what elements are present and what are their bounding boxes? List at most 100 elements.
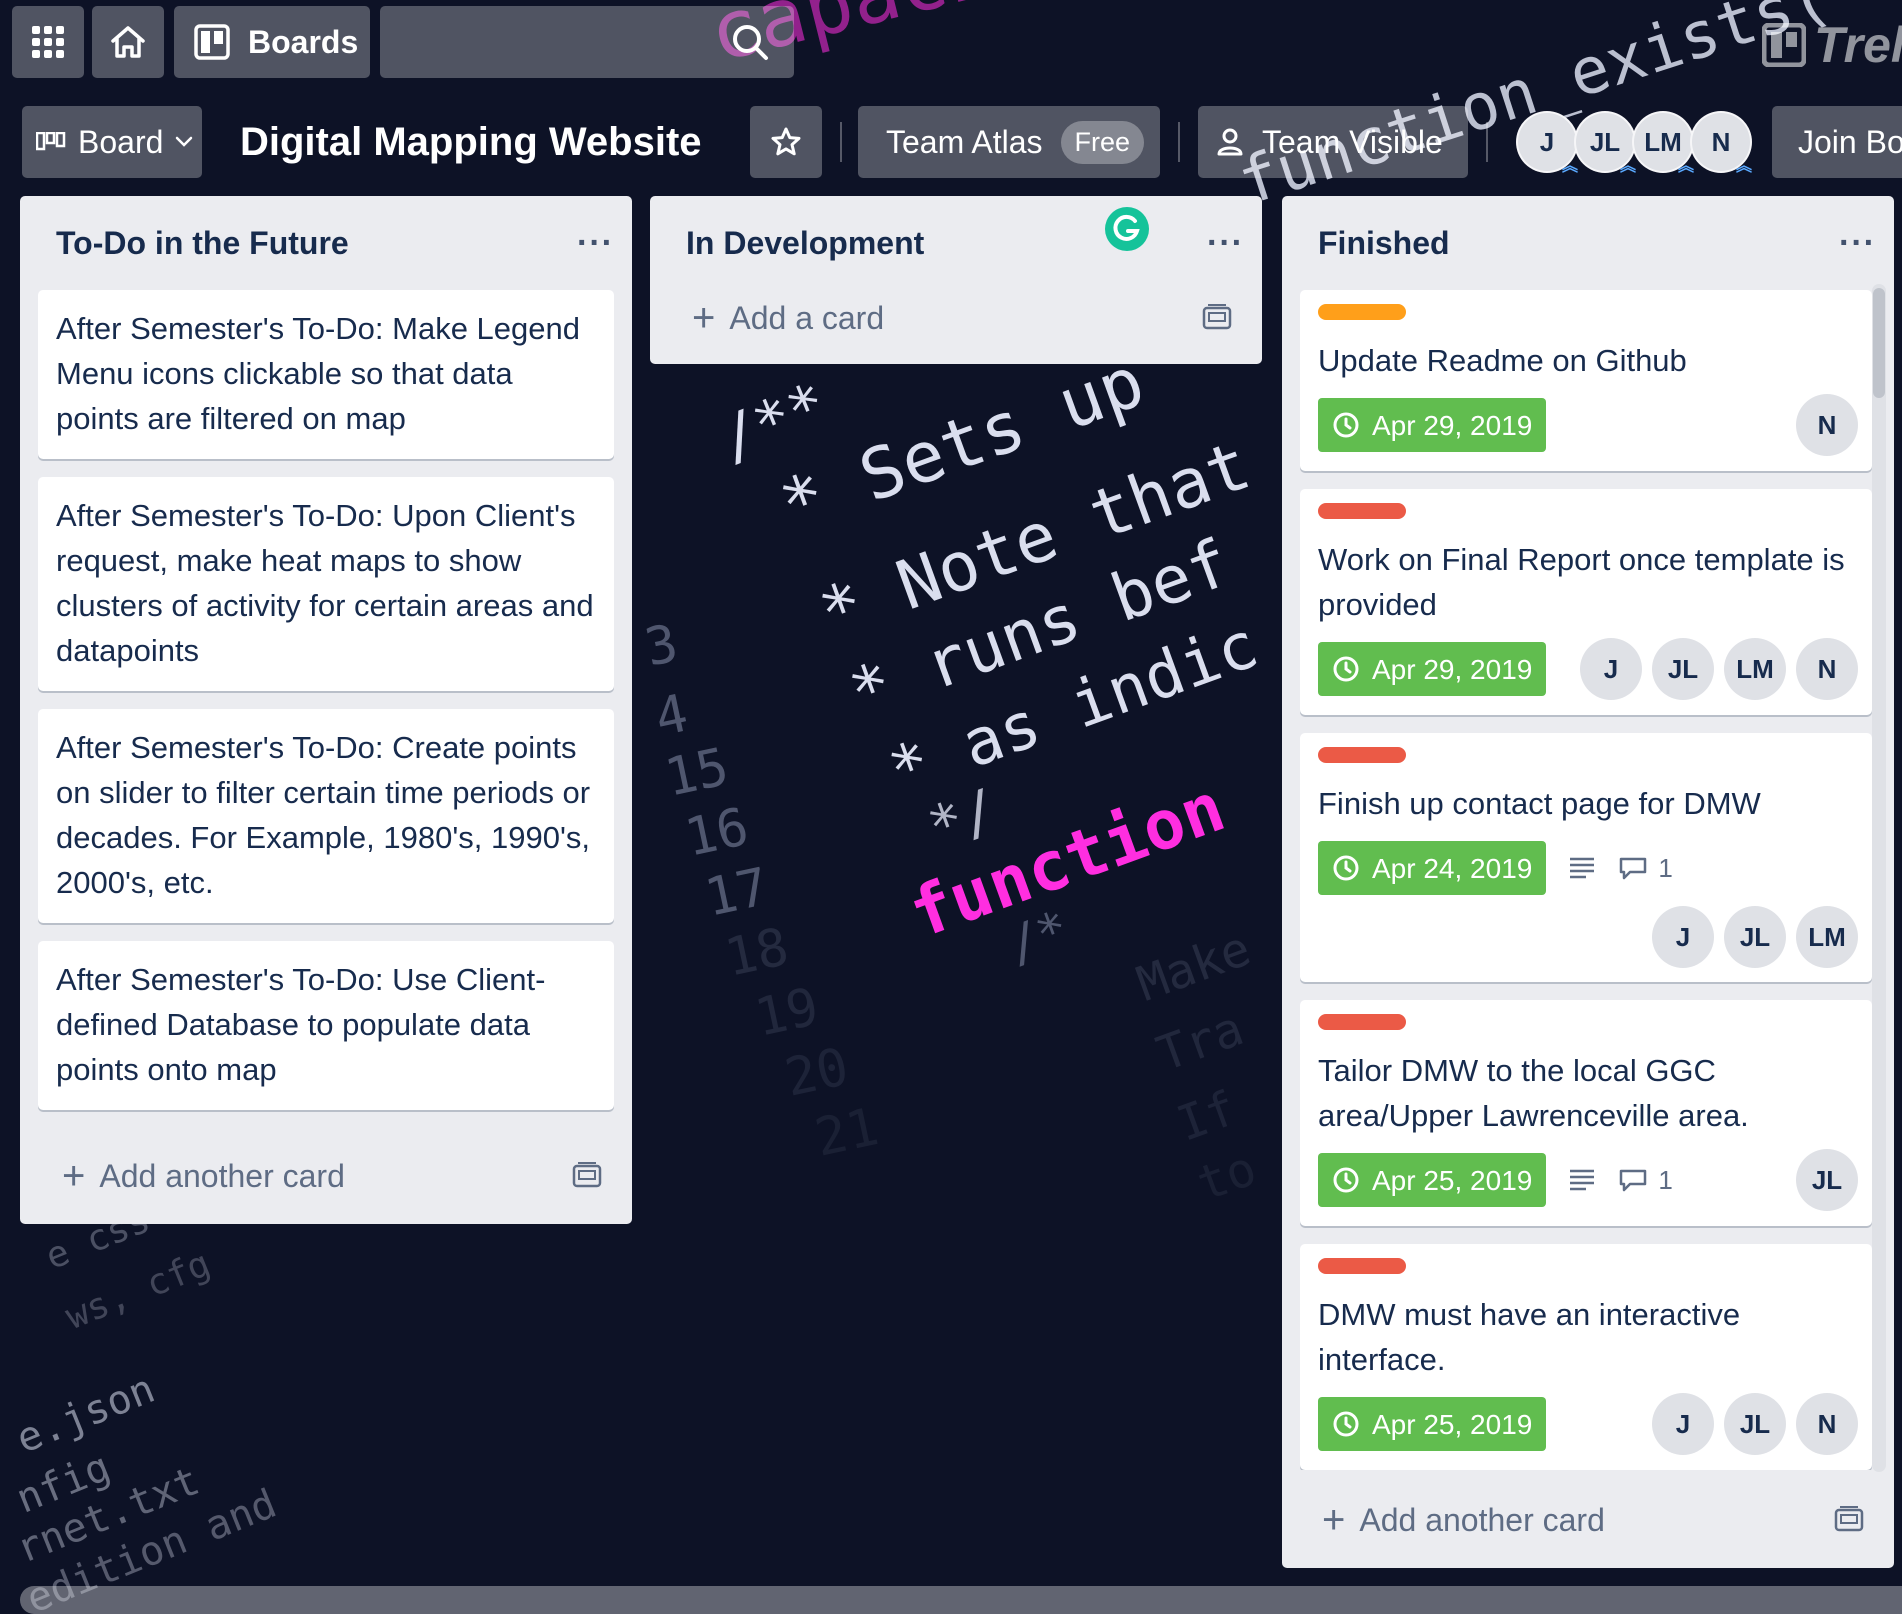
card[interactable]: Update Readme on Github Apr 29, 2019 N bbox=[1300, 290, 1872, 471]
card-template-icon[interactable] bbox=[1834, 1506, 1864, 1534]
due-date-badge[interactable]: Apr 24, 2019 bbox=[1318, 841, 1547, 895]
boards-button[interactable]: Boards bbox=[174, 6, 370, 78]
card-label-red bbox=[1318, 1014, 1406, 1030]
due-date: Apr 24, 2019 bbox=[1372, 852, 1533, 884]
card-template-icon[interactable] bbox=[1202, 304, 1232, 332]
list-title[interactable]: Finished bbox=[1318, 225, 1450, 262]
card-title: Update Readme on Github bbox=[1318, 343, 1687, 378]
card-member-avatar[interactable]: JL bbox=[1724, 906, 1786, 968]
list-menu-icon[interactable]: ··· bbox=[1207, 224, 1244, 263]
comment-icon bbox=[1620, 1169, 1647, 1192]
apps-button[interactable] bbox=[12, 6, 84, 78]
home-button[interactable] bbox=[92, 6, 164, 78]
trello-logo-icon bbox=[1762, 23, 1806, 67]
team-name: Team Atlas bbox=[886, 123, 1043, 160]
team-button[interactable]: Team Atlas Free bbox=[858, 106, 1160, 178]
list-in-development: In Development ··· + Add a card bbox=[650, 196, 1262, 364]
member-avatar[interactable]: N ︽ bbox=[1690, 111, 1752, 175]
description-icon bbox=[1570, 1169, 1595, 1191]
list-todo: To-Do in the Future ··· After Semester's… bbox=[20, 196, 632, 1224]
member-avatar[interactable]: JL ︽ bbox=[1574, 111, 1636, 175]
due-date-badge[interactable]: Apr 29, 2019 bbox=[1318, 398, 1547, 452]
board-view-icon bbox=[36, 132, 66, 151]
header-divider bbox=[840, 122, 842, 162]
board-view-switcher[interactable]: Board bbox=[22, 106, 202, 178]
card[interactable]: DMW must have an interactive interface. … bbox=[1300, 1244, 1872, 1470]
due-date-badge[interactable]: Apr 25, 2019 bbox=[1318, 1153, 1547, 1207]
member-avatar[interactable]: J ︽ bbox=[1516, 111, 1578, 175]
bg-code-line: 17 bbox=[700, 856, 774, 929]
card[interactable]: After Semester's To-Do: Make Legend Menu… bbox=[38, 290, 614, 459]
card-template-icon[interactable] bbox=[572, 1162, 602, 1190]
card-member-avatar[interactable]: N bbox=[1796, 1393, 1858, 1455]
grid-icon bbox=[32, 26, 64, 58]
due-date-badge[interactable]: Apr 29, 2019 bbox=[1318, 642, 1547, 696]
card[interactable]: After Semester's To-Do: Upon Client's re… bbox=[38, 477, 614, 691]
board-title[interactable]: Digital Mapping Website bbox=[240, 106, 702, 178]
star-icon bbox=[771, 127, 801, 156]
home-icon bbox=[111, 26, 145, 58]
list-header[interactable]: To-Do in the Future ··· bbox=[20, 196, 632, 290]
member-initials: N bbox=[1711, 126, 1731, 157]
comments-badge: 1 bbox=[1618, 846, 1673, 891]
card-member-avatar[interactable]: J bbox=[1652, 906, 1714, 968]
card[interactable]: Tailor DMW to the local GGC area/Upper L… bbox=[1300, 1000, 1872, 1226]
member-avatar[interactable]: LM ︽ bbox=[1632, 111, 1694, 175]
member-initials: LM bbox=[1644, 126, 1682, 157]
card-member-avatar[interactable]: JL bbox=[1652, 638, 1714, 700]
admin-chevron-icon: ︽ bbox=[1561, 158, 1578, 175]
list-title[interactable]: In Development bbox=[686, 225, 924, 262]
grammarly-icon[interactable] bbox=[1104, 206, 1150, 252]
list-menu-icon[interactable]: ··· bbox=[1839, 224, 1876, 263]
scrollbar-thumb[interactable] bbox=[1873, 288, 1885, 398]
card-title: Work on Final Report once template is pr… bbox=[1318, 542, 1845, 622]
list-header[interactable]: Finished ··· bbox=[1282, 196, 1894, 290]
bg-code-line: 3 bbox=[640, 613, 684, 679]
card[interactable]: After Semester's To-Do: Create points on… bbox=[38, 709, 614, 923]
card-label-red bbox=[1318, 747, 1406, 763]
list-title[interactable]: To-Do in the Future bbox=[56, 225, 349, 262]
card[interactable]: Finish up contact page for DMW Apr 24, 2… bbox=[1300, 733, 1872, 982]
board-members: J ︽ JL ︽ LM ︽ N ︽ bbox=[1516, 106, 1752, 178]
card-member-avatar[interactable]: JL bbox=[1724, 1393, 1786, 1455]
comment-count: 1 bbox=[1658, 1164, 1673, 1195]
bg-code-line: 15 bbox=[660, 736, 734, 809]
add-card-button[interactable]: + Add a card bbox=[650, 272, 1262, 364]
visibility-button[interactable]: Team Visible bbox=[1198, 106, 1468, 178]
bg-code-line: 18 bbox=[720, 916, 794, 989]
comment-icon bbox=[1620, 857, 1647, 880]
bg-code-line: 20 bbox=[780, 1036, 854, 1109]
bg-code-line: If bbox=[1170, 1080, 1244, 1153]
bg-code-line: 19 bbox=[750, 976, 824, 1049]
card-member-avatar[interactable]: J bbox=[1652, 1393, 1714, 1455]
admin-chevron-icon: ︽ bbox=[1735, 158, 1752, 175]
plus-icon: + bbox=[1322, 1497, 1346, 1542]
due-date-badge[interactable]: Apr 25, 2019 bbox=[1318, 1397, 1547, 1451]
boards-label: Boards bbox=[248, 23, 359, 60]
card-member-avatar[interactable]: N bbox=[1796, 394, 1858, 456]
add-card-button[interactable]: + Add another card bbox=[20, 1128, 632, 1224]
board-horizontal-scrollbar[interactable] bbox=[20, 1586, 1902, 1614]
trello-logo[interactable]: Trello bbox=[1762, 16, 1902, 74]
clock-icon bbox=[1333, 412, 1359, 438]
card-member-avatar[interactable]: JL bbox=[1796, 1149, 1858, 1211]
card-member-avatar[interactable]: J bbox=[1580, 638, 1642, 700]
chevron-down-icon bbox=[176, 136, 193, 147]
card-member-avatar[interactable]: LM bbox=[1724, 638, 1786, 700]
card-member-avatar[interactable]: LM bbox=[1796, 906, 1858, 968]
add-card-button[interactable]: + Add another card bbox=[1282, 1472, 1894, 1568]
search-icon[interactable] bbox=[730, 22, 770, 62]
add-card-label: Add a card bbox=[729, 299, 885, 336]
comments-badge: 1 bbox=[1618, 1158, 1673, 1203]
card[interactable]: After Semester's To-Do: Use Client-defin… bbox=[38, 941, 614, 1110]
plus-icon: + bbox=[62, 1153, 86, 1198]
due-date: Apr 25, 2019 bbox=[1372, 1408, 1533, 1440]
list-scrollbar[interactable] bbox=[1872, 284, 1886, 1472]
card-member-avatar[interactable]: N bbox=[1796, 638, 1858, 700]
card-title: Tailor DMW to the local GGC area/Upper L… bbox=[1318, 1053, 1749, 1133]
star-board-button[interactable] bbox=[750, 106, 822, 178]
card[interactable]: Work on Final Report once template is pr… bbox=[1300, 489, 1872, 715]
cards-container: Update Readme on Github Apr 29, 2019 N W… bbox=[1282, 290, 1894, 1470]
join-board-button[interactable]: Join Bo bbox=[1772, 106, 1902, 178]
list-menu-icon[interactable]: ··· bbox=[577, 224, 614, 263]
